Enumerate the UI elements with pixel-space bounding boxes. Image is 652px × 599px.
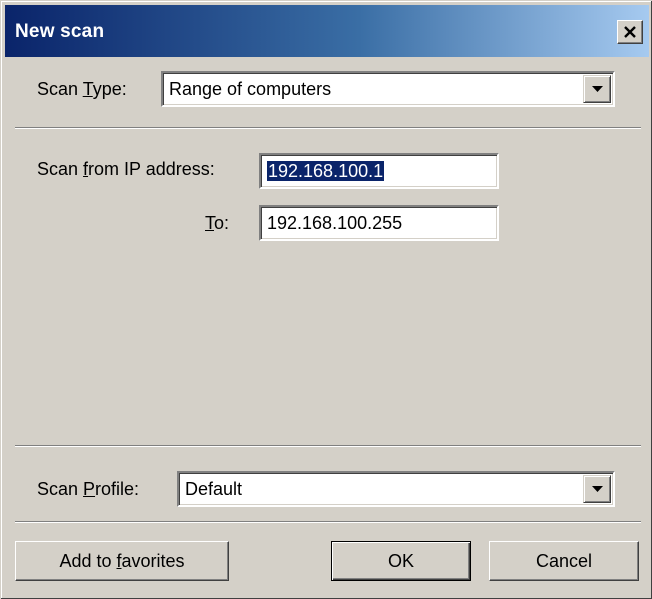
scan-profile-value: Default bbox=[185, 479, 243, 499]
to-label: To: bbox=[205, 213, 230, 233]
new-scan-dialog: New scan Scan Type: Range of computers S… bbox=[0, 0, 652, 599]
cancel-button[interactable]: Cancel bbox=[489, 541, 639, 581]
from-ip-value: 192.168.100.1 bbox=[267, 161, 385, 181]
ok-button[interactable]: OK bbox=[331, 541, 471, 581]
scan-profile-select[interactable]: Default bbox=[177, 471, 615, 507]
scan-type-label: Scan Type: bbox=[37, 79, 127, 99]
to-ip-field[interactable]: 192.168.100.255 bbox=[259, 205, 499, 241]
scan-profile-label: Scan Profile: bbox=[37, 479, 140, 499]
close-icon bbox=[624, 26, 636, 38]
chevron-down-icon bbox=[592, 86, 603, 92]
scan-profile-dropdown-button[interactable] bbox=[583, 475, 611, 503]
title-bar[interactable]: New scan bbox=[5, 5, 649, 57]
scan-type-dropdown-button[interactable] bbox=[583, 75, 611, 103]
scan-from-label: Scan from IP address: bbox=[37, 159, 215, 179]
chevron-down-icon bbox=[592, 486, 603, 492]
scan-type-value: Range of computers bbox=[169, 79, 332, 99]
separator-top bbox=[15, 127, 641, 129]
separator-bottom bbox=[15, 521, 641, 523]
add-to-favorites-button[interactable]: Add to favorites bbox=[15, 541, 229, 581]
window-title: New scan bbox=[15, 21, 105, 42]
separator-middle bbox=[15, 445, 641, 447]
from-ip-field[interactable]: 192.168.100.1 bbox=[259, 153, 499, 189]
close-button[interactable] bbox=[617, 20, 643, 44]
to-ip-value: 192.168.100.255 bbox=[267, 213, 403, 233]
scan-type-select[interactable]: Range of computers bbox=[161, 71, 615, 107]
